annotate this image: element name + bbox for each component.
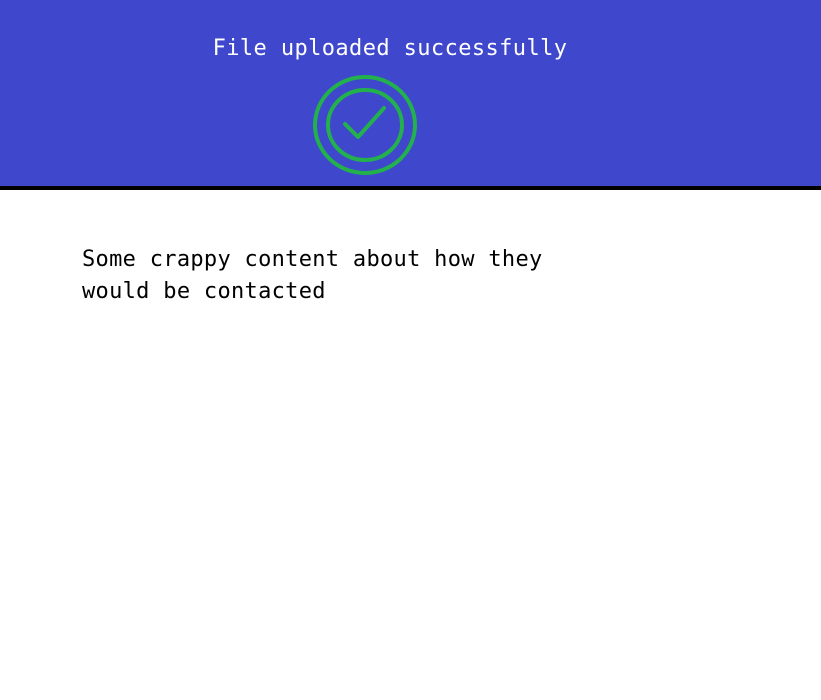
check-circle-icon xyxy=(312,74,418,176)
contact-info-text: Some crappy content about how they would… xyxy=(82,247,543,304)
success-banner: File uploaded successfully xyxy=(0,0,821,190)
upload-success-title: File uploaded successfully xyxy=(212,36,568,61)
